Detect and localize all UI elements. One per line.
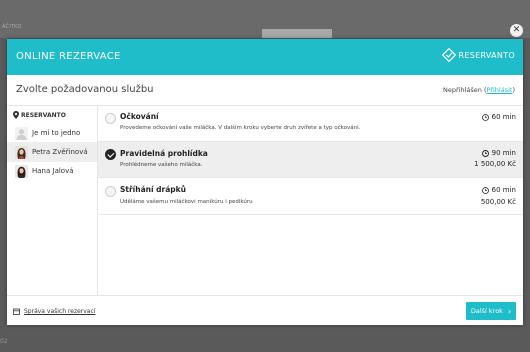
close-icon[interactable]: ✕ <box>510 24 523 37</box>
sidebar-heading: RESERVANTO <box>13 111 66 119</box>
login-link[interactable]: Přihlásit <box>487 86 513 94</box>
service-name: Pravidelná prohlídka <box>120 149 208 158</box>
next-step-label: Další krok <box>470 307 503 315</box>
brand-logo: RESERVANTO <box>441 48 515 62</box>
service-description: Prohlédneme vašeho miláčka. <box>120 162 203 168</box>
service-duration: 60 min <box>481 113 516 121</box>
service-radio-checked[interactable] <box>105 149 116 160</box>
service-radio[interactable] <box>105 113 116 124</box>
sidebar-item-any[interactable]: Je mi to jedno <box>7 123 97 143</box>
service-duration-text: 90 min <box>491 149 516 157</box>
reservation-modal: ONLINE REZERVACE RESERVANTO Zvolte požad… <box>7 39 523 325</box>
login-status: Nepřihlášen (Přihlásit) <box>443 86 515 94</box>
clock-icon <box>481 186 489 194</box>
sidebar-heading-label: RESERVANTO <box>21 111 66 119</box>
service-duration-text: 60 min <box>491 113 516 121</box>
sidebar-item-label: Hana Jalová <box>32 167 74 175</box>
service-price: 500,00 Kč <box>480 198 516 206</box>
modal-footer: Správa vašich rezervací Další krok › <box>7 295 523 326</box>
generic-user-icon <box>15 126 28 140</box>
background-field <box>262 29 332 38</box>
service-name: Očkování <box>120 112 159 121</box>
login-status-text: Nepřihlášen <box>443 86 482 94</box>
manage-reservations-link[interactable]: Správa vašich rezervací <box>13 308 95 315</box>
service-list: Očkování Provedeme očkování vaše miláčka… <box>98 105 523 295</box>
modal-title: ONLINE REZERVACE <box>16 51 121 62</box>
chevron-right-icon: › <box>507 306 512 316</box>
page-title: Zvolte požadovanou službu <box>16 84 154 95</box>
manage-reservations-label[interactable]: Správa vašich rezervací <box>24 308 95 315</box>
list-item[interactable]: Očkování Provedeme očkování vaše miláčka… <box>98 105 523 142</box>
clock-icon <box>481 113 489 121</box>
service-duration: 60 min <box>481 186 516 194</box>
reservanto-logo-icon <box>441 48 456 62</box>
brand-name: RESERVANTO <box>458 50 515 60</box>
modal-header: ONLINE REZERVACE RESERVANTO <box>7 39 523 75</box>
calendar-icon <box>13 308 20 315</box>
location-pin-icon <box>13 111 19 119</box>
background-text: ÁČITKO <box>2 24 22 30</box>
clock-icon <box>481 149 489 157</box>
next-step-button[interactable]: Další krok › <box>466 302 516 320</box>
service-description: Provedeme očkování vaše miláčka. V další… <box>120 125 361 131</box>
service-radio[interactable] <box>105 186 116 197</box>
service-description: Uděláme vašemu miláčkovi manikúru i pedi… <box>120 199 253 205</box>
sidebar-item-label: Petra Zvěřinová <box>32 148 88 156</box>
avatar <box>15 145 28 159</box>
service-duration: 90 min <box>481 149 516 157</box>
page-subheader: Zvolte požadovanou službu Nepřihlášen (P… <box>7 75 523 106</box>
service-name: Stříhání drápků <box>120 185 187 194</box>
sidebar-item-petra[interactable]: Petra Zvěřinová <box>7 142 97 162</box>
sidebar-item-hana[interactable]: Hana Jalová <box>7 161 97 181</box>
service-duration-text: 60 min <box>491 186 516 194</box>
list-item[interactable]: Pravidelná prohlídka Prohlédneme vašeho … <box>98 142 523 178</box>
background-bottom-text: 02 <box>0 338 8 345</box>
list-item[interactable]: Stříhání drápků Uděláme vašemu miláčkovi… <box>98 178 523 215</box>
sidebar-item-label: Je mi to jedno <box>32 129 81 137</box>
service-price: 1 500,00 Kč <box>474 160 516 168</box>
avatar <box>15 164 28 178</box>
employee-sidebar: RESERVANTO Je mi to jedno Petra Zvěřinov… <box>7 105 98 295</box>
